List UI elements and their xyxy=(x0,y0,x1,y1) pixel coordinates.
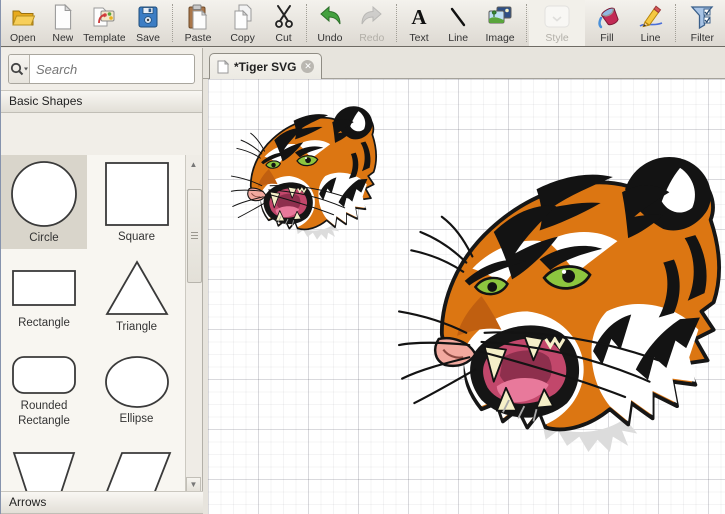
scrollbar-thumb[interactable] xyxy=(187,189,202,283)
shape-grid: Circle Square Rectangle Triangle Rounded xyxy=(1,155,186,514)
toolbar-label: Fill xyxy=(600,32,614,44)
tab-close-icon[interactable]: ✕ xyxy=(301,60,315,73)
shape-list-scrollbar[interactable]: ▲ ▼ xyxy=(185,155,202,492)
scroll-down-arrow-icon[interactable]: ▼ xyxy=(186,477,201,492)
image-photos-icon xyxy=(487,3,513,31)
scrollbar-grip xyxy=(191,232,198,240)
document-icon xyxy=(217,59,229,73)
line-style-button[interactable]: Line xyxy=(629,0,673,46)
fill-bucket-icon xyxy=(593,3,621,31)
toolbar-label: Paste xyxy=(184,32,212,44)
toolbar-separator xyxy=(523,0,529,46)
paste-clipboard-icon xyxy=(186,3,210,31)
shape-label: Rectangle xyxy=(18,317,70,330)
triangle-shape-icon xyxy=(104,260,169,316)
template-button[interactable]: Template xyxy=(81,0,127,46)
rounded-rectangle-shape-icon xyxy=(12,356,76,395)
save-button[interactable]: Save xyxy=(127,0,169,46)
new-button[interactable]: New xyxy=(45,0,81,46)
toolbar-label: New xyxy=(52,32,74,44)
search-options-button[interactable] xyxy=(9,55,30,83)
paste-button[interactable]: Paste xyxy=(175,0,220,46)
redo-button[interactable]: Redo xyxy=(351,0,393,46)
shape-label: Ellipse xyxy=(119,413,154,426)
tiger-artwork-large[interactable] xyxy=(396,119,725,455)
toolbar-separator xyxy=(169,0,175,46)
shape-label: Triangle xyxy=(115,321,158,334)
search-input[interactable] xyxy=(30,55,194,83)
shape-item-triangle[interactable]: Triangle xyxy=(87,249,186,343)
shape-item-circle[interactable]: Circle xyxy=(1,155,87,249)
section-header-basic-shapes[interactable]: Basic Shapes xyxy=(1,90,202,113)
diagonal-line-icon xyxy=(446,3,470,31)
shape-item-square[interactable]: Square xyxy=(87,155,186,249)
undo-button[interactable]: Undo xyxy=(309,0,351,46)
redo-arrow-icon xyxy=(359,3,385,31)
style-button[interactable]: Style xyxy=(529,0,585,46)
image-tool-button[interactable]: Image xyxy=(477,0,522,46)
toolbar-label: Template xyxy=(83,32,126,44)
filter-button[interactable]: Filter xyxy=(679,0,725,46)
section-header-arrows[interactable]: Arrows xyxy=(1,491,210,514)
undo-arrow-icon xyxy=(317,3,343,31)
shape-item-ellipse[interactable]: Ellipse xyxy=(87,343,186,437)
toolbar-label: Cut xyxy=(275,32,292,44)
scroll-up-arrow-icon[interactable]: ▲ xyxy=(186,157,201,172)
shape-item-rectangle[interactable]: Rectangle xyxy=(1,249,87,343)
square-shape-icon xyxy=(104,162,169,227)
shape-list: Circle Square Rectangle Triangle Rounded xyxy=(1,155,202,514)
document-area: *Tiger SVG ✕ xyxy=(203,48,725,514)
open-button[interactable]: Open xyxy=(1,0,45,46)
template-icon xyxy=(91,3,117,31)
shape-label: Square xyxy=(117,231,156,244)
toolbar-label: Text xyxy=(409,32,429,44)
cut-scissors-icon xyxy=(272,3,296,31)
circle-shape-icon xyxy=(11,161,77,228)
search-row xyxy=(1,48,202,90)
shapes-sidebar: Basic Shapes Circle Square Rectangle xyxy=(1,48,210,514)
rectangle-shape-icon xyxy=(12,270,76,307)
text-icon: A xyxy=(407,3,431,31)
toolbar-label: Style xyxy=(545,32,569,44)
search-icon xyxy=(10,62,28,76)
open-folder-icon xyxy=(10,3,36,31)
text-tool-button[interactable]: A Text xyxy=(399,0,439,46)
toolbar-separator xyxy=(672,0,678,46)
tab-bar: *Tiger SVG ✕ xyxy=(203,48,725,79)
main-toolbar: Open New Template Save Paste Copy Cut Un… xyxy=(1,0,725,47)
toolbar-label: Line xyxy=(640,32,661,44)
toolbar-label: Undo xyxy=(317,32,343,44)
shape-label: Circle xyxy=(29,232,59,245)
fill-button[interactable]: Fill xyxy=(585,0,629,46)
copy-button[interactable]: Copy xyxy=(221,0,265,46)
toolbar-label: Filter xyxy=(690,32,715,44)
shape-item-rounded-rectangle[interactable]: Rounded Rectangle xyxy=(1,343,87,437)
search-box xyxy=(8,54,195,84)
pencil-icon xyxy=(637,3,665,31)
svg-text:A: A xyxy=(411,5,427,29)
style-button-band: Style xyxy=(529,0,586,46)
toolbar-label: Save xyxy=(136,32,160,44)
toolbar-label: Copy xyxy=(230,32,255,44)
filter-funnel-icon xyxy=(689,3,715,31)
tab-tiger-svg[interactable]: *Tiger SVG ✕ xyxy=(209,53,323,79)
shape-label: Rounded Rectangle xyxy=(18,400,70,427)
tiger-artwork-small[interactable] xyxy=(230,89,382,241)
toolbar-separator xyxy=(393,0,399,46)
toolbar-label: Open xyxy=(9,32,36,44)
style-swatch-icon xyxy=(542,3,572,31)
tab-title: *Tiger SVG xyxy=(234,59,297,74)
toolbar-label: Redo xyxy=(359,32,385,44)
new-page-icon xyxy=(52,3,74,31)
copy-pages-icon xyxy=(231,3,255,31)
save-floppy-icon xyxy=(136,3,160,31)
toolbar-separator xyxy=(303,0,309,46)
line-tool-button[interactable]: Line xyxy=(439,0,477,46)
toolbar-label: Line xyxy=(448,32,469,44)
vector-editor-window: Open New Template Save Paste Copy Cut Un… xyxy=(0,0,725,514)
toolbar-label: Image xyxy=(485,32,515,44)
cut-button[interactable]: Cut xyxy=(264,0,302,46)
ellipse-shape-icon xyxy=(104,356,169,409)
drawing-canvas[interactable] xyxy=(208,79,725,514)
